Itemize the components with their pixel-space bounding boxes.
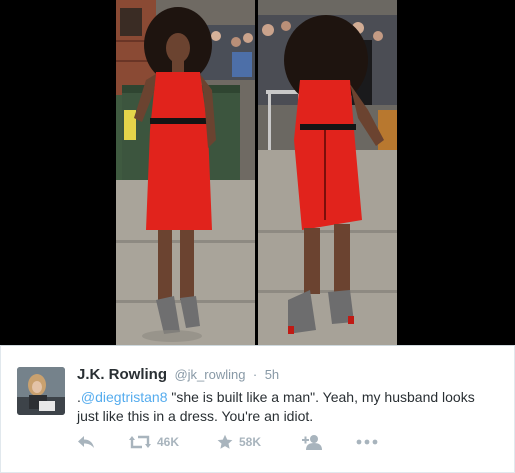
mention-link[interactable]: @diegtristan8: [81, 389, 168, 405]
tweet-media[interactable]: [0, 0, 515, 345]
more-button[interactable]: [356, 432, 378, 452]
tweet-screenshot: J.K. Rowling @jk_rowling · 5h .@diegtris…: [0, 0, 515, 473]
avatar[interactable]: [17, 367, 65, 415]
reply-button[interactable]: [77, 432, 95, 452]
meta-separator: ·: [252, 367, 258, 382]
star-icon: [217, 434, 233, 449]
tweet-text: .@diegtristan8 "she is built like a man"…: [77, 388, 497, 426]
retweet-icon: [129, 435, 151, 449]
tweet-actions: 46K 58K: [77, 432, 397, 452]
add-user-icon: [302, 435, 322, 450]
favorite-count: 58K: [239, 435, 262, 449]
retweet-button[interactable]: 46K: [129, 432, 179, 452]
tweet-header: J.K. Rowling @jk_rowling · 5h: [77, 366, 279, 384]
more-icon: [356, 439, 378, 445]
reply-icon: [78, 436, 94, 448]
retweet-count: 46K: [157, 435, 180, 449]
photo-back-view[interactable]: [258, 0, 397, 345]
follow-button[interactable]: [302, 432, 324, 452]
tweet-card: J.K. Rowling @jk_rowling · 5h .@diegtris…: [0, 345, 515, 473]
favorite-button[interactable]: 58K: [217, 432, 261, 452]
tweet-timestamp[interactable]: 5h: [265, 367, 279, 382]
photo-front-view[interactable]: [116, 0, 255, 345]
author-handle[interactable]: @jk_rowling: [174, 367, 245, 382]
author-name[interactable]: J.K. Rowling: [77, 366, 167, 383]
